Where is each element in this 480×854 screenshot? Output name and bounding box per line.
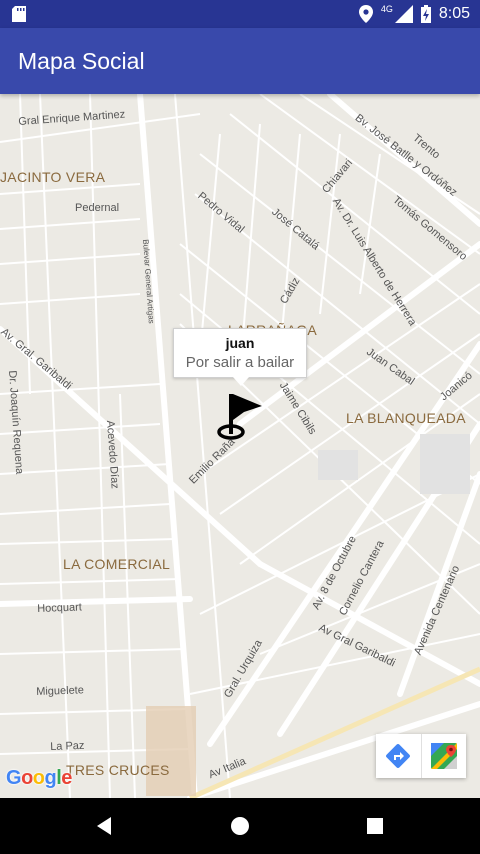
- map-view[interactable]: Gral Enrique Martinez Pedernal Bulevar G…: [0, 94, 480, 798]
- home-icon: [231, 817, 249, 835]
- google-attribution: Google: [6, 767, 72, 790]
- neighborhood-label: JACINTO VERA: [0, 169, 106, 185]
- status-bar: 4G 8:05: [0, 0, 480, 28]
- app-title: Mapa Social: [18, 48, 145, 74]
- navigation-bar: [0, 798, 480, 854]
- marker-info-window[interactable]: juan Por salir a bailar: [173, 328, 307, 386]
- recents-button[interactable]: [361, 812, 389, 840]
- sd-card-icon: [12, 6, 26, 22]
- neighborhood-label: LA COMERCIAL: [63, 556, 171, 572]
- network-type-label: 4G: [380, 4, 393, 14]
- street-label: Hocquart: [37, 601, 83, 615]
- recents-icon: [367, 818, 383, 834]
- app-bar: Mapa Social: [0, 28, 480, 94]
- directions-icon: [386, 744, 411, 768]
- battery-icon: [420, 5, 431, 23]
- street-label: Pedernal: [75, 202, 120, 214]
- clock: 8:05: [438, 5, 470, 22]
- location-icon: [358, 5, 373, 23]
- neighborhood-label: LA BLANQUEADA: [346, 410, 466, 426]
- info-window-snippet: Por salir a bailar: [185, 354, 295, 371]
- info-window-title: juan: [225, 335, 255, 351]
- flag-marker-icon[interactable]: [214, 390, 264, 444]
- google-maps-icon: [430, 743, 457, 769]
- map-toolbar: [376, 734, 466, 778]
- google-logo-text: Google: [6, 767, 72, 789]
- home-button[interactable]: [226, 812, 254, 840]
- open-in-maps-button[interactable]: [420, 734, 467, 778]
- back-button[interactable]: [90, 812, 118, 840]
- directions-button[interactable]: [376, 734, 421, 778]
- back-icon: [97, 817, 111, 835]
- street-label: La Paz: [50, 739, 85, 753]
- neighborhood-label: TRES CRUCES: [66, 762, 170, 778]
- signal-icon: [394, 5, 413, 23]
- info-window-pointer: [233, 377, 249, 386]
- street-label: Miguelete: [36, 684, 85, 698]
